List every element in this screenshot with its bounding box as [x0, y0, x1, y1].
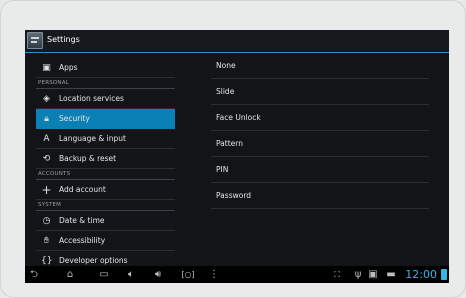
lock-option-none[interactable]: None [211, 53, 429, 79]
lock-option-slide[interactable]: Slide [211, 79, 429, 105]
sidebar-item-label: Accessibility [59, 236, 106, 245]
sidebar-item-location[interactable]: ◈ Location services [36, 89, 175, 109]
sidebar-item-language[interactable]: A Language & input [36, 129, 175, 149]
plus-icon: + [41, 183, 52, 197]
status-clock: 12:00 [405, 268, 437, 281]
home-icon[interactable]: ⌂ [63, 268, 77, 281]
sidebar-item-accessibility[interactable]: ✋︎ Accessibility [36, 231, 175, 251]
lock-option-pattern[interactable]: Pattern [211, 131, 429, 157]
location-icon: ◈ [43, 94, 50, 104]
section-header-accounts: ACCOUNTS [36, 169, 175, 180]
lock-option-label: None [216, 61, 236, 70]
volume-down-icon[interactable]: 🔈︎ [125, 268, 137, 281]
apps-icon: ▣ [42, 63, 51, 73]
recent-apps-icon[interactable]: ▭ [97, 268, 111, 281]
screenshot-icon[interactable]: [○] [181, 268, 195, 281]
sidebar-item-apps[interactable]: ▣ Apps [36, 58, 175, 78]
section-header-system: SYSTEM [36, 200, 175, 211]
lock-option-pin[interactable]: PIN [211, 157, 429, 183]
settings-sidebar: ▣ Apps PERSONAL ◈ Location services 🔒︎ S… [36, 58, 175, 268]
sidebar-item-backup[interactable]: ⟲ Backup & reset [36, 149, 175, 169]
usb-icon: ψ [354, 269, 362, 280]
lock-option-label: Slide [216, 87, 235, 96]
sidebar-item-security[interactable]: 🔒︎ Security [36, 109, 175, 129]
volume-up-icon[interactable]: 🔊︎ [151, 268, 165, 281]
lock-option-password[interactable]: Password [211, 183, 429, 209]
image-icon: ▣ [368, 269, 378, 280]
lock-option-label: PIN [216, 165, 229, 174]
back-icon[interactable]: ⮌ [27, 268, 41, 281]
keyboard-status-icon: ▬ [386, 269, 396, 280]
menu-icon[interactable]: ⋮ [209, 268, 219, 281]
lock-icon: 🔒︎ [44, 114, 49, 124]
lock-option-label: Face Unlock [216, 113, 261, 122]
keyboard-icon: A [43, 134, 50, 144]
sidebar-item-label: Backup & reset [59, 154, 117, 163]
hand-icon: ✋︎ [43, 236, 50, 246]
tablet-screen: Settings ▣ Apps PERSONAL ◈ Location serv… [25, 30, 449, 283]
sidebar-item-label: Language & input [59, 134, 126, 143]
sidebar-item-date-time[interactable]: ◷ Date & time [36, 211, 175, 231]
sidebar-item-label: Security [59, 114, 90, 123]
sidebar-item-label: Add account [59, 185, 106, 194]
action-bar: Settings [25, 30, 449, 53]
device-frame: Settings ▣ Apps PERSONAL ◈ Location serv… [0, 0, 466, 298]
sidebar-item-label: Date & time [59, 216, 105, 225]
battery-icon [441, 269, 447, 280]
system-navigation-bar: ⮌ ⌂ ▭ 🔈︎ 🔊︎ [○] ⋮ ⛶ ψ ▣ ▬ 12:00 [25, 266, 449, 283]
backup-icon: ⟲ [42, 154, 51, 164]
clock-icon: ◷ [42, 216, 51, 226]
section-header-personal: PERSONAL [36, 78, 175, 89]
sidebar-item-add-account[interactable]: + Add account [36, 180, 175, 200]
page-title: Settings [47, 35, 80, 44]
lock-option-label: Pattern [216, 139, 243, 148]
sidebar-item-label: Apps [59, 63, 78, 72]
fullscreen-icon: ⛶ [334, 270, 340, 279]
lock-option-label: Password [216, 191, 252, 200]
lock-option-face-unlock[interactable]: Face Unlock [211, 105, 429, 131]
screen-lock-options: None Slide Face Unlock Pattern PIN Passw… [211, 53, 429, 253]
sidebar-item-label: Location services [59, 94, 124, 103]
settings-app-icon[interactable] [27, 32, 43, 49]
